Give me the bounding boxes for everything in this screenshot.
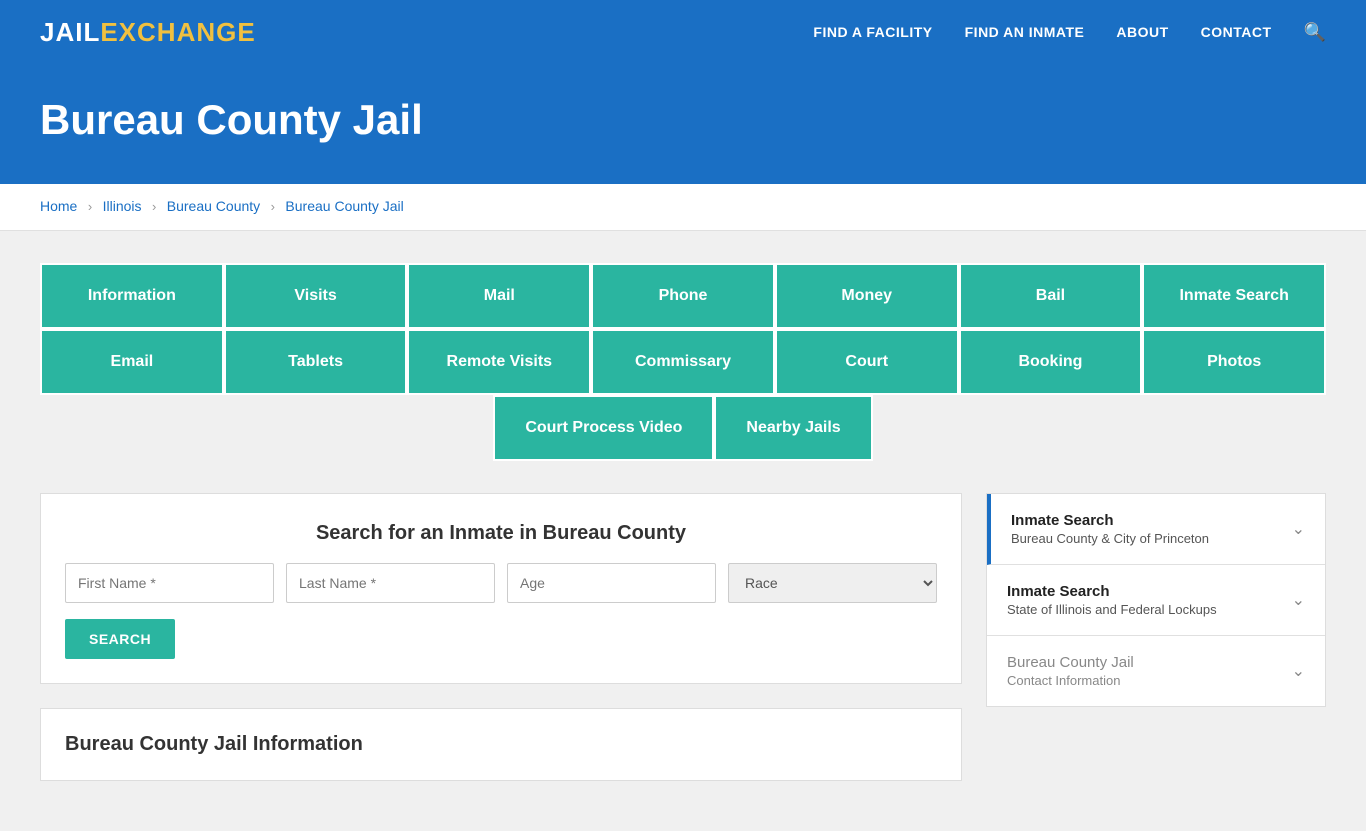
nav-contact[interactable]: CONTACT bbox=[1201, 24, 1272, 40]
breadcrumb-bureau-county[interactable]: Bureau County bbox=[167, 198, 260, 214]
btn-photos[interactable]: Photos bbox=[1142, 329, 1326, 395]
logo-jail: JAIL bbox=[40, 17, 100, 47]
logo[interactable]: JAILEXCHANGE bbox=[40, 17, 256, 48]
sidebar-item-inmate-search-bureau[interactable]: Inmate Search Bureau County & City of Pr… bbox=[987, 494, 1325, 565]
btn-booking[interactable]: Booking bbox=[959, 329, 1143, 395]
breadcrumb-illinois[interactable]: Illinois bbox=[103, 198, 142, 214]
btn-remote-visits[interactable]: Remote Visits bbox=[407, 329, 591, 395]
inmate-search-box: Search for an Inmate in Bureau County Ra… bbox=[40, 493, 962, 684]
btn-court-process-video[interactable]: Court Process Video bbox=[493, 395, 714, 461]
first-name-input[interactable] bbox=[65, 563, 274, 603]
sidebar-item-text-contact: Bureau County Jail Contact Information bbox=[1007, 654, 1134, 688]
main-nav: FIND A FACILITY FIND AN INMATE ABOUT CON… bbox=[813, 22, 1326, 43]
btn-row-1: Information Visits Mail Phone Money Bail… bbox=[40, 263, 1326, 329]
right-sidebar: Inmate Search Bureau County & City of Pr… bbox=[986, 493, 1326, 707]
info-section: Bureau County Jail Information bbox=[40, 708, 962, 781]
btn-row-2: Email Tablets Remote Visits Commissary C… bbox=[40, 329, 1326, 395]
nav-find-facility[interactable]: FIND A FACILITY bbox=[813, 24, 932, 40]
age-input[interactable] bbox=[507, 563, 716, 603]
breadcrumb-sep-1: › bbox=[88, 199, 92, 214]
btn-mail[interactable]: Mail bbox=[407, 263, 591, 329]
btn-commissary[interactable]: Commissary bbox=[591, 329, 775, 395]
sidebar-item-contact[interactable]: Bureau County Jail Contact Information ⌄ bbox=[987, 636, 1325, 706]
sidebar-title-state: Inmate Search bbox=[1007, 583, 1217, 600]
race-select[interactable]: Race White Black Hispanic Asian Other bbox=[728, 563, 937, 603]
search-heading: Search for an Inmate in Bureau County bbox=[65, 522, 937, 545]
last-name-input[interactable] bbox=[286, 563, 495, 603]
btn-row-3: Court Process Video Nearby Jails bbox=[40, 395, 1326, 461]
nav-find-inmate[interactable]: FIND AN INMATE bbox=[965, 24, 1085, 40]
btn-email[interactable]: Email bbox=[40, 329, 224, 395]
sidebar-subtitle-state: State of Illinois and Federal Lockups bbox=[1007, 602, 1217, 617]
sidebar-item-inmate-search-state[interactable]: Inmate Search State of Illinois and Fede… bbox=[987, 565, 1325, 636]
sidebar-subtitle-bureau: Bureau County & City of Princeton bbox=[1011, 531, 1209, 546]
btn-nearby-jails[interactable]: Nearby Jails bbox=[714, 395, 872, 461]
breadcrumb-current: Bureau County Jail bbox=[285, 198, 403, 214]
btn-money[interactable]: Money bbox=[775, 263, 959, 329]
chevron-down-icon-state: ⌄ bbox=[1292, 590, 1305, 610]
breadcrumb-sep-3: › bbox=[271, 199, 275, 214]
sidebar-item-text-bureau: Inmate Search Bureau County & City of Pr… bbox=[1011, 512, 1209, 546]
main-content: Information Visits Mail Phone Money Bail… bbox=[0, 231, 1366, 831]
btn-visits[interactable]: Visits bbox=[224, 263, 408, 329]
category-button-grid: Information Visits Mail Phone Money Bail… bbox=[40, 263, 1326, 461]
search-icon[interactable]: 🔍 bbox=[1304, 22, 1326, 43]
logo-exchange: EXCHANGE bbox=[100, 17, 255, 47]
chevron-down-icon-contact: ⌄ bbox=[1292, 661, 1305, 681]
breadcrumb: Home › Illinois › Bureau County › Bureau… bbox=[0, 184, 1366, 231]
breadcrumb-sep-2: › bbox=[152, 199, 156, 214]
search-button[interactable]: SEARCH bbox=[65, 619, 175, 659]
sidebar-title-bureau: Inmate Search bbox=[1011, 512, 1209, 529]
hero-section: Bureau County Jail bbox=[0, 64, 1366, 184]
sidebar-subtitle-contact: Contact Information bbox=[1007, 673, 1134, 688]
btn-bail[interactable]: Bail bbox=[959, 263, 1143, 329]
btn-phone[interactable]: Phone bbox=[591, 263, 775, 329]
btn-court[interactable]: Court bbox=[775, 329, 959, 395]
info-heading: Bureau County Jail Information bbox=[65, 733, 937, 756]
header: JAILEXCHANGE FIND A FACILITY FIND AN INM… bbox=[0, 0, 1366, 64]
btn-information[interactable]: Information bbox=[40, 263, 224, 329]
btn-tablets[interactable]: Tablets bbox=[224, 329, 408, 395]
sidebar-item-text-state: Inmate Search State of Illinois and Fede… bbox=[1007, 583, 1217, 617]
two-column-layout: Search for an Inmate in Bureau County Ra… bbox=[40, 493, 1326, 781]
breadcrumb-home[interactable]: Home bbox=[40, 198, 77, 214]
left-column: Search for an Inmate in Bureau County Ra… bbox=[40, 493, 962, 781]
page-title: Bureau County Jail bbox=[40, 96, 1326, 144]
nav-about[interactable]: ABOUT bbox=[1116, 24, 1168, 40]
search-input-row: Race White Black Hispanic Asian Other bbox=[65, 563, 937, 603]
btn-inmate-search[interactable]: Inmate Search bbox=[1142, 263, 1326, 329]
sidebar-title-contact: Bureau County Jail bbox=[1007, 654, 1134, 671]
chevron-down-icon-bureau: ⌄ bbox=[1292, 519, 1305, 539]
